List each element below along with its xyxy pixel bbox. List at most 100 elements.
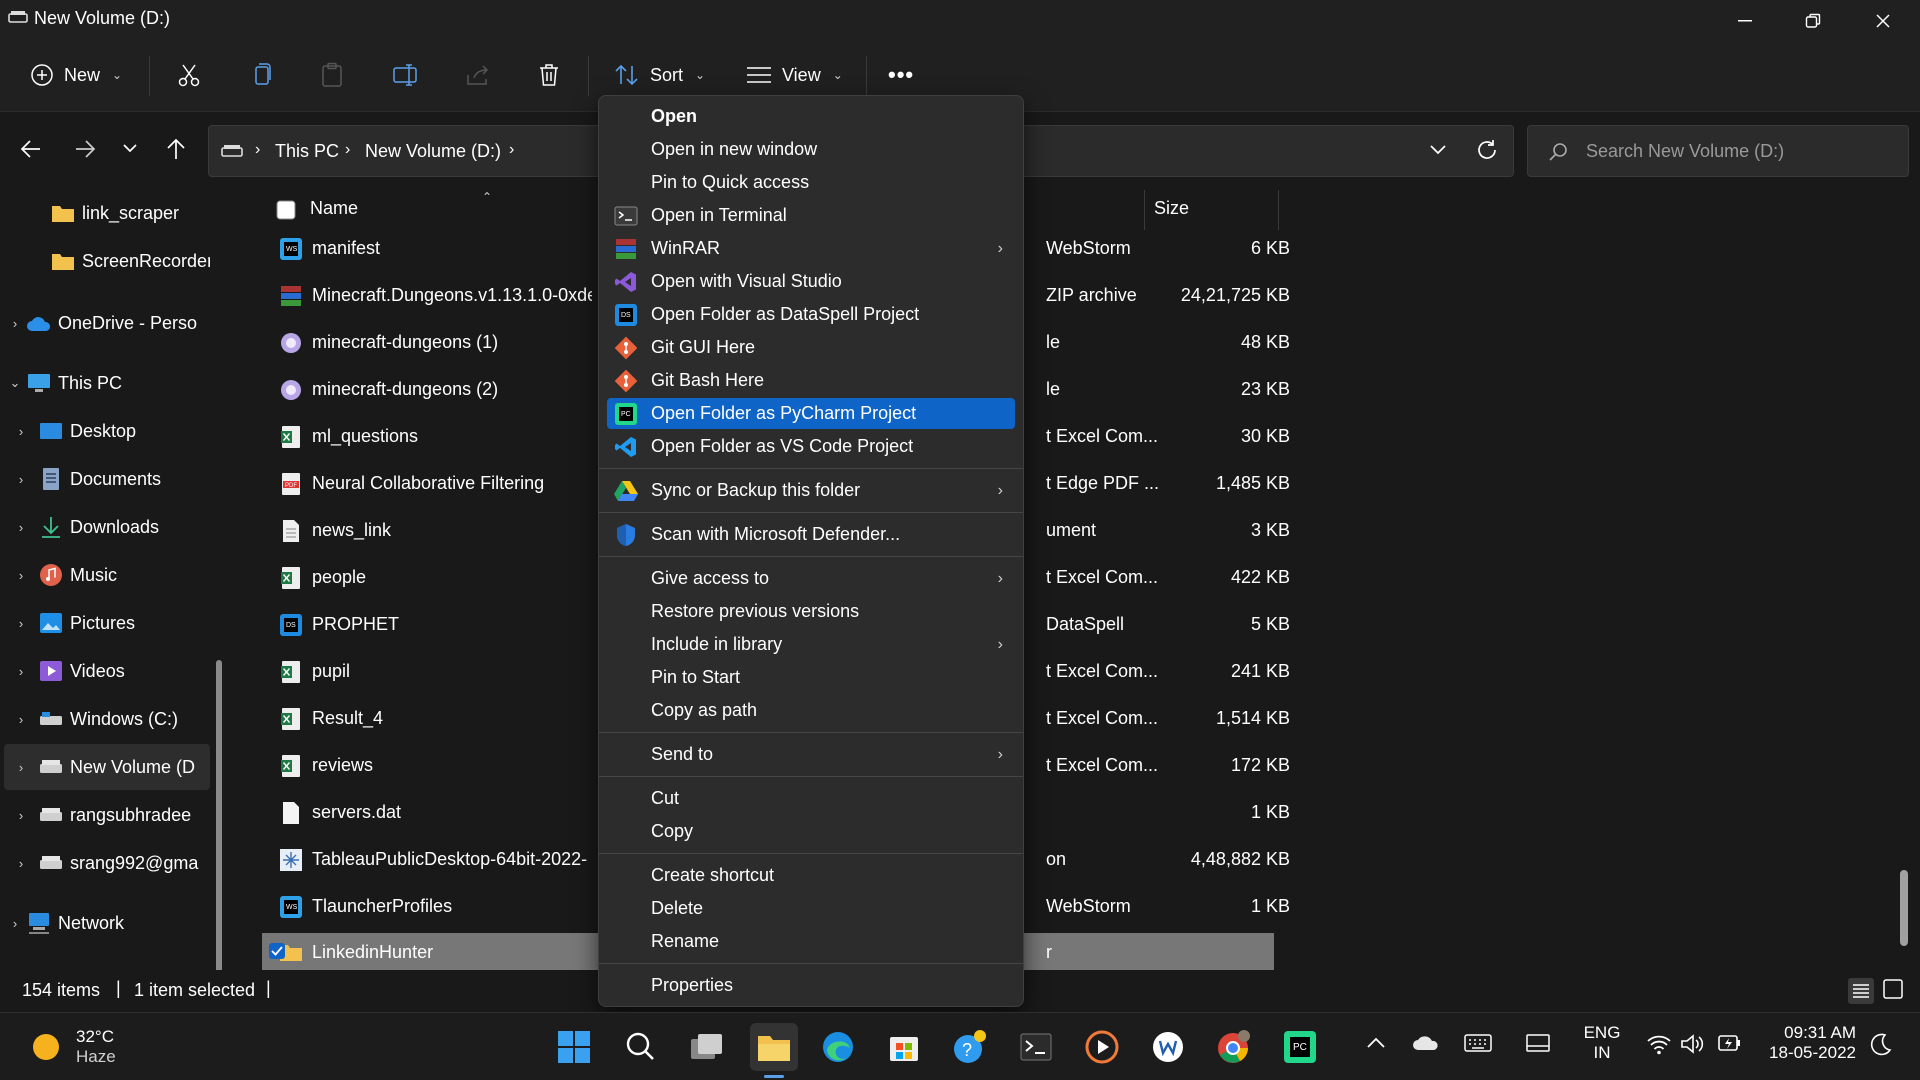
sidebar-item-music[interactable]: › Music	[4, 552, 210, 598]
search-box[interactable]: Search New Volume (D:)	[1527, 125, 1909, 177]
restore-button[interactable]	[1778, 0, 1848, 42]
forward-button[interactable]	[74, 139, 96, 159]
share-button[interactable]	[465, 42, 491, 108]
battery-icon[interactable]	[1716, 1031, 1742, 1055]
taskbar-chrome[interactable]	[1210, 1023, 1258, 1071]
chevron-right-icon[interactable]: ›	[4, 520, 38, 535]
sidebar-item-desktop[interactable]: › Desktop	[4, 408, 210, 454]
weather-widget[interactable]: 32°C Haze	[30, 1027, 116, 1067]
menu-item-git-bash[interactable]: Git Bash Here	[607, 365, 1015, 396]
menu-item-pin-start[interactable]: Pin to Start	[607, 662, 1015, 693]
menu-item-scan-defender[interactable]: Scan with Microsoft Defender...	[607, 519, 1015, 550]
details-view-button[interactable]	[1848, 978, 1874, 1004]
menu-item-properties[interactable]: Properties	[607, 970, 1015, 1001]
menu-item-include-library[interactable]: Include in library ›	[607, 629, 1015, 660]
sidebar-item-documents[interactable]: › Documents	[4, 456, 210, 502]
sidebar-item-link-scraper[interactable]: link_scraper	[4, 190, 210, 236]
chevron-right-icon[interactable]: ›	[4, 424, 38, 439]
menu-item-cut[interactable]: Cut	[607, 783, 1015, 814]
clock[interactable]: 09:31 AM 18-05-2022	[1760, 1023, 1856, 1063]
select-all-checkbox[interactable]	[276, 200, 296, 220]
column-divider[interactable]	[1278, 190, 1279, 230]
menu-item-open-dataspell[interactable]: DS Open Folder as DataSpell Project	[607, 299, 1015, 330]
breadcrumb-this-pc[interactable]: This PC	[275, 141, 339, 162]
chevron-right-icon[interactable]: ›	[4, 616, 38, 631]
tiles-view-button[interactable]	[1882, 978, 1904, 1000]
menu-item-open-terminal[interactable]: Open in Terminal	[607, 200, 1015, 231]
focus-assist-icon[interactable]	[1870, 1033, 1892, 1057]
chevron-right-icon[interactable]: ›	[4, 472, 38, 487]
column-divider[interactable]	[1144, 190, 1145, 230]
sidebar-item-screenrecorder[interactable]: ScreenRecorder	[4, 238, 210, 284]
cut-button[interactable]	[176, 42, 202, 108]
task-view-button[interactable]	[683, 1023, 731, 1071]
menu-item-create-shortcut[interactable]: Create shortcut	[607, 860, 1015, 891]
copy-button[interactable]	[250, 42, 274, 108]
sidebar-item-windows-c[interactable]: › Windows (C:)	[4, 696, 210, 742]
sidebar-item-this-pc[interactable]: ⌄ This PC	[4, 360, 210, 406]
address-history-icon[interactable]	[1429, 144, 1447, 156]
menu-item-open[interactable]: Open	[607, 101, 1015, 132]
taskbar-get-help[interactable]: ?	[946, 1023, 994, 1071]
sidebar-item-onedrive[interactable]: › OneDrive - Perso	[4, 300, 210, 346]
row-checkbox[interactable]	[268, 942, 286, 960]
menu-item-delete[interactable]: Delete	[607, 893, 1015, 924]
menu-item-send-to[interactable]: Send to ›	[607, 739, 1015, 770]
chevron-right-icon[interactable]: ›	[4, 916, 26, 931]
taskbar-pycharm[interactable]: PC	[1276, 1023, 1324, 1071]
menu-item-copy-as-path[interactable]: Copy as path	[607, 695, 1015, 726]
breadcrumb-new-volume[interactable]: New Volume (D:)	[365, 141, 501, 162]
menu-item-rename[interactable]: Rename	[607, 926, 1015, 957]
keyboard-tray-icon[interactable]	[1464, 1033, 1492, 1053]
chevron-right-icon[interactable]: ›	[4, 568, 38, 583]
column-header-size[interactable]: Size	[1154, 198, 1189, 219]
chevron-right-icon[interactable]: ›	[4, 760, 38, 775]
language-indicator[interactable]: ENG IN	[1580, 1023, 1624, 1063]
taskbar-search-button[interactable]	[616, 1023, 664, 1071]
chevron-right-icon[interactable]: ›	[4, 712, 38, 727]
chevron-right-icon[interactable]: ›	[4, 808, 38, 823]
sidebar-item-videos[interactable]: › Videos	[4, 648, 210, 694]
taskbar-edge[interactable]	[814, 1023, 862, 1071]
close-button[interactable]	[1848, 0, 1918, 42]
sidebar-item-pictures[interactable]: › Pictures	[4, 600, 210, 646]
menu-item-open-new-window[interactable]: Open in new window	[607, 134, 1015, 165]
sidebar-item-network[interactable]: › Network	[4, 900, 210, 946]
menu-item-winrar[interactable]: WinRAR ›	[607, 233, 1015, 264]
back-button[interactable]	[20, 139, 42, 159]
new-button[interactable]: New ⌄	[30, 42, 122, 108]
menu-item-restore-versions[interactable]: Restore previous versions	[607, 596, 1015, 627]
file-list-scrollbar[interactable]	[1900, 870, 1908, 946]
chevron-down-icon[interactable]: ⌄	[4, 375, 26, 391]
onedrive-tray-icon[interactable]	[1412, 1033, 1440, 1051]
volume-icon[interactable]	[1680, 1033, 1706, 1055]
menu-item-pin-quick-access[interactable]: Pin to Quick access	[607, 167, 1015, 198]
menu-item-sync-backup[interactable]: Sync or Backup this folder ›	[607, 475, 1015, 506]
taskbar-app-w[interactable]	[1144, 1023, 1192, 1071]
column-header-name[interactable]: Name	[310, 198, 358, 219]
minimize-button[interactable]	[1710, 0, 1780, 42]
menu-item-git-gui[interactable]: Git GUI Here	[607, 332, 1015, 363]
menu-item-give-access[interactable]: Give access to ›	[607, 563, 1015, 594]
rename-button[interactable]	[392, 42, 420, 108]
start-button[interactable]	[550, 1023, 598, 1071]
chevron-right-icon[interactable]: ›	[4, 664, 38, 679]
sidebar-item-rangsubhradee[interactable]: › rangsubhradee	[4, 792, 210, 838]
recent-locations-button[interactable]	[122, 143, 138, 153]
menu-item-open-vscode[interactable]: Open Folder as VS Code Project	[607, 431, 1015, 462]
touch-keyboard-tray-icon[interactable]	[1526, 1033, 1550, 1053]
taskbar-store[interactable]	[880, 1023, 928, 1071]
chevron-right-icon[interactable]: ›	[4, 856, 38, 871]
refresh-button[interactable]	[1476, 139, 1498, 161]
menu-item-open-pycharm[interactable]: PC Open Folder as PyCharm Project	[607, 398, 1015, 429]
sidebar-item-srang992[interactable]: › srang992@gma	[4, 840, 210, 886]
sidebar-item-new-volume-d[interactable]: › New Volume (D	[4, 744, 210, 790]
taskbar-file-explorer[interactable]	[750, 1023, 798, 1078]
show-hidden-icons-button[interactable]	[1366, 1035, 1386, 1049]
sidebar-item-downloads[interactable]: › Downloads	[4, 504, 210, 550]
menu-item-open-visual-studio[interactable]: Open with Visual Studio	[607, 266, 1015, 297]
taskbar-media-player[interactable]	[1078, 1023, 1126, 1071]
wifi-icon[interactable]	[1646, 1033, 1672, 1055]
menu-item-copy[interactable]: Copy	[607, 816, 1015, 847]
taskbar-terminal[interactable]	[1012, 1023, 1060, 1071]
